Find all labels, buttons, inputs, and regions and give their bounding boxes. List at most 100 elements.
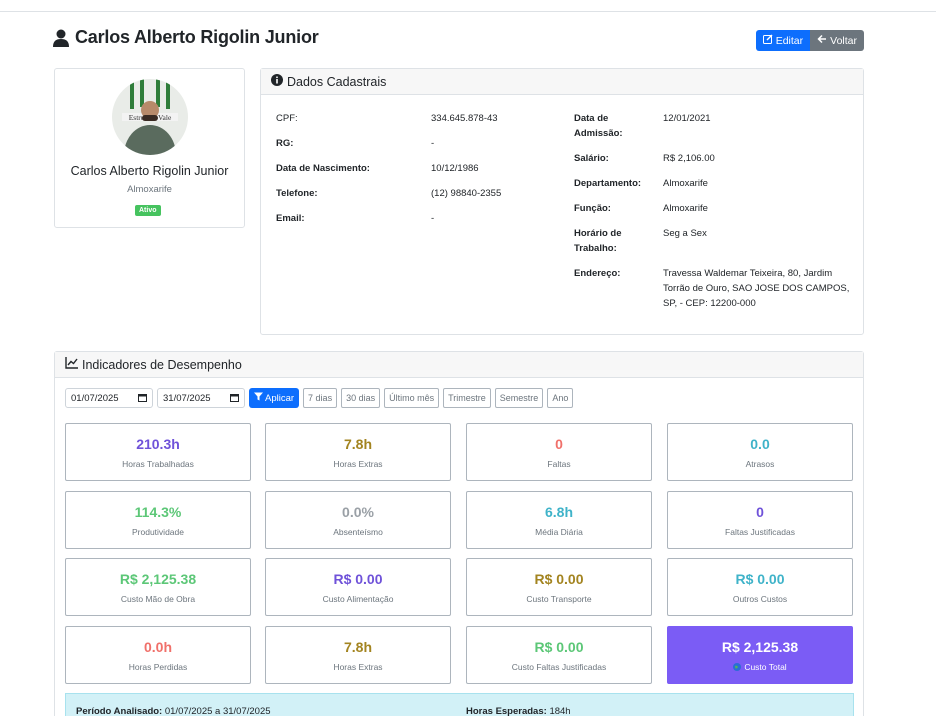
back-button-label: Voltar <box>830 34 857 47</box>
metric-value: 0 <box>756 504 764 520</box>
preset-30-days-button[interactable]: 30 dias <box>341 388 381 408</box>
metric-value: 7.8h <box>343 639 372 655</box>
schedule-label: Horário de Trabalho: <box>574 228 622 254</box>
edit-button-label: Editar <box>775 34 804 47</box>
metric-label: Faltas <box>547 459 571 469</box>
performance-card: Indicadores de Desempenho 01/07/2025 31/… <box>54 351 864 716</box>
function-label: Função: <box>574 203 611 214</box>
department-label: Departamento: <box>574 178 642 189</box>
status-badge: Ativo <box>135 205 161 216</box>
metric-label: Horas Extras <box>333 662 383 672</box>
apply-button[interactable]: Aplicar <box>249 388 300 408</box>
expected-hours-label: Horas Esperadas: <box>466 706 547 716</box>
metric-card: R$ 0.00 Custo Transporte <box>466 558 652 616</box>
page-title-text: Carlos Alberto Rigolin Junior <box>75 27 319 47</box>
registration-card: Dados Cadastrais CPF: 334.645.878-43 RG:… <box>260 68 864 335</box>
metric-label: Atrasos <box>745 459 775 469</box>
period-analyzed-label: Período Analisado: <box>76 706 163 716</box>
expected-hours-value: 184h <box>549 706 571 716</box>
metric-label: Custo Transporte <box>526 594 592 604</box>
metric-value: 210.3h <box>136 436 180 452</box>
period-analyzed: Período Analisado: 01/07/2025 a 31/07/20… <box>76 706 271 716</box>
metric-card: 114.3% Produtividade <box>65 491 251 549</box>
metric-value: 7.8h <box>343 436 372 452</box>
date-from-value: 01/07/2025 <box>71 392 119 404</box>
profile-role: Almoxarife <box>127 184 172 195</box>
metric-value: R$ 2,125.38 <box>119 571 197 587</box>
phone-label: Telefone: <box>276 188 318 199</box>
line-chart-icon <box>65 356 78 374</box>
performance-card-title: Indicadores de Desempenho <box>82 357 242 372</box>
cpf-label: CPF: <box>276 113 298 124</box>
metric-label: Média Diária <box>535 527 583 537</box>
metric-label: Horas Extras <box>333 459 383 469</box>
function-value: Almoxarife <box>663 203 708 214</box>
expected-hours: Horas Esperadas: 184h <box>466 706 571 716</box>
metric-value: R$ 0.00 <box>333 571 383 587</box>
salary-value: R$ 2,106.00 <box>663 153 715 164</box>
preset-year-button[interactable]: Ano <box>547 388 574 408</box>
metric-card: R$ 0.00 Custo Alimentação <box>265 558 451 616</box>
metric-card: R$ 0.00 Custo Faltas Justificadas <box>466 626 652 684</box>
metric-label-text: Custo Total <box>744 662 787 672</box>
department-value: Almoxarife <box>663 178 708 189</box>
metric-value: R$ 0.00 <box>534 639 584 655</box>
salary-label: Salário: <box>574 153 609 164</box>
globe-icon <box>733 662 744 672</box>
metric-label: Horas Trabalhadas <box>122 459 194 469</box>
metric-label: Custo Alimentação <box>322 594 394 604</box>
edit-icon <box>762 34 773 47</box>
metric-card: 0.0% Absenteísmo <box>265 491 451 549</box>
date-to-input[interactable]: 31/07/2025 <box>157 388 245 408</box>
info-circle-icon <box>271 73 283 91</box>
metric-card: R$ 2,125.38 Custo Total <box>667 626 853 684</box>
metric-label: Outros Custos <box>732 594 788 604</box>
preset-7-days-button[interactable]: 7 dias <box>303 388 338 408</box>
metric-value: R$ 2,125.38 <box>721 639 799 655</box>
metric-value: 0.0% <box>342 504 374 520</box>
metric-value: 6.8h <box>544 504 573 520</box>
metric-value: R$ 0.00 <box>735 571 785 587</box>
metric-card: R$ 0.00 Outros Custos <box>667 558 853 616</box>
phone-value: (12) 98840-2355 <box>431 188 502 199</box>
period-summary: Período Analisado: 01/07/2025 a 31/07/20… <box>65 693 854 716</box>
page-header: Carlos Alberto Rigolin Junior Editar Vol… <box>53 27 864 53</box>
profile-name: Carlos Alberto Rigolin Junior <box>70 164 229 178</box>
rg-value: - <box>431 138 435 149</box>
cpf-value: 334.645.878-43 <box>431 113 498 124</box>
schedule-value: Seg a Sex <box>663 228 707 239</box>
date-from-input[interactable]: 01/07/2025 <box>65 388 153 408</box>
metric-card: 6.8h Média Diária <box>466 491 652 549</box>
metric-card: 0.0h Horas Perdidas <box>65 626 251 684</box>
metric-label: Horas Perdidas <box>128 662 188 672</box>
filters-bar: 01/07/2025 31/07/2025 Aplicar 7 dias 30 … <box>65 388 574 408</box>
metric-card: 7.8h Horas Extras <box>265 423 451 481</box>
admission-label: Data de Admissão: <box>574 113 623 139</box>
metric-label: Absenteísmo <box>333 527 383 537</box>
metric-value: 114.3% <box>134 504 182 520</box>
period-analyzed-value: 01/07/2025 a 31/07/2025 <box>164 706 271 716</box>
email-value: - <box>431 213 435 224</box>
page-title: Carlos Alberto Rigolin Junior <box>53 27 319 48</box>
rg-label: RG: <box>276 138 294 149</box>
performance-card-header: Indicadores de Desempenho <box>55 352 863 378</box>
back-button[interactable]: Voltar <box>810 30 864 51</box>
preset-semester-button[interactable]: Semestre <box>494 388 544 408</box>
filter-icon <box>254 392 263 404</box>
registration-card-header: Dados Cadastrais <box>261 69 863 95</box>
date-to-value: 31/07/2025 <box>163 392 211 404</box>
metric-card: 210.3h Horas Trabalhadas <box>65 423 251 481</box>
edit-button[interactable]: Editar <box>755 30 811 51</box>
apply-button-label: Aplicar <box>265 392 295 404</box>
metric-card: R$ 2,125.38 Custo Mão de Obra <box>65 558 251 616</box>
metric-value: 0.0 <box>750 436 770 452</box>
preset-quarter-button[interactable]: Trimestre <box>443 388 491 408</box>
metric-label: Produtividade <box>132 527 184 537</box>
preset-last-month-button[interactable]: Último mês <box>384 388 440 408</box>
top-divider <box>0 11 936 12</box>
calendar-icon <box>230 393 239 404</box>
arrow-left-icon <box>817 34 827 47</box>
header-actions: Editar Voltar <box>755 30 864 51</box>
admission-value: 12/01/2021 <box>663 113 711 124</box>
metric-card: 7.8h Horas Extras <box>265 626 451 684</box>
